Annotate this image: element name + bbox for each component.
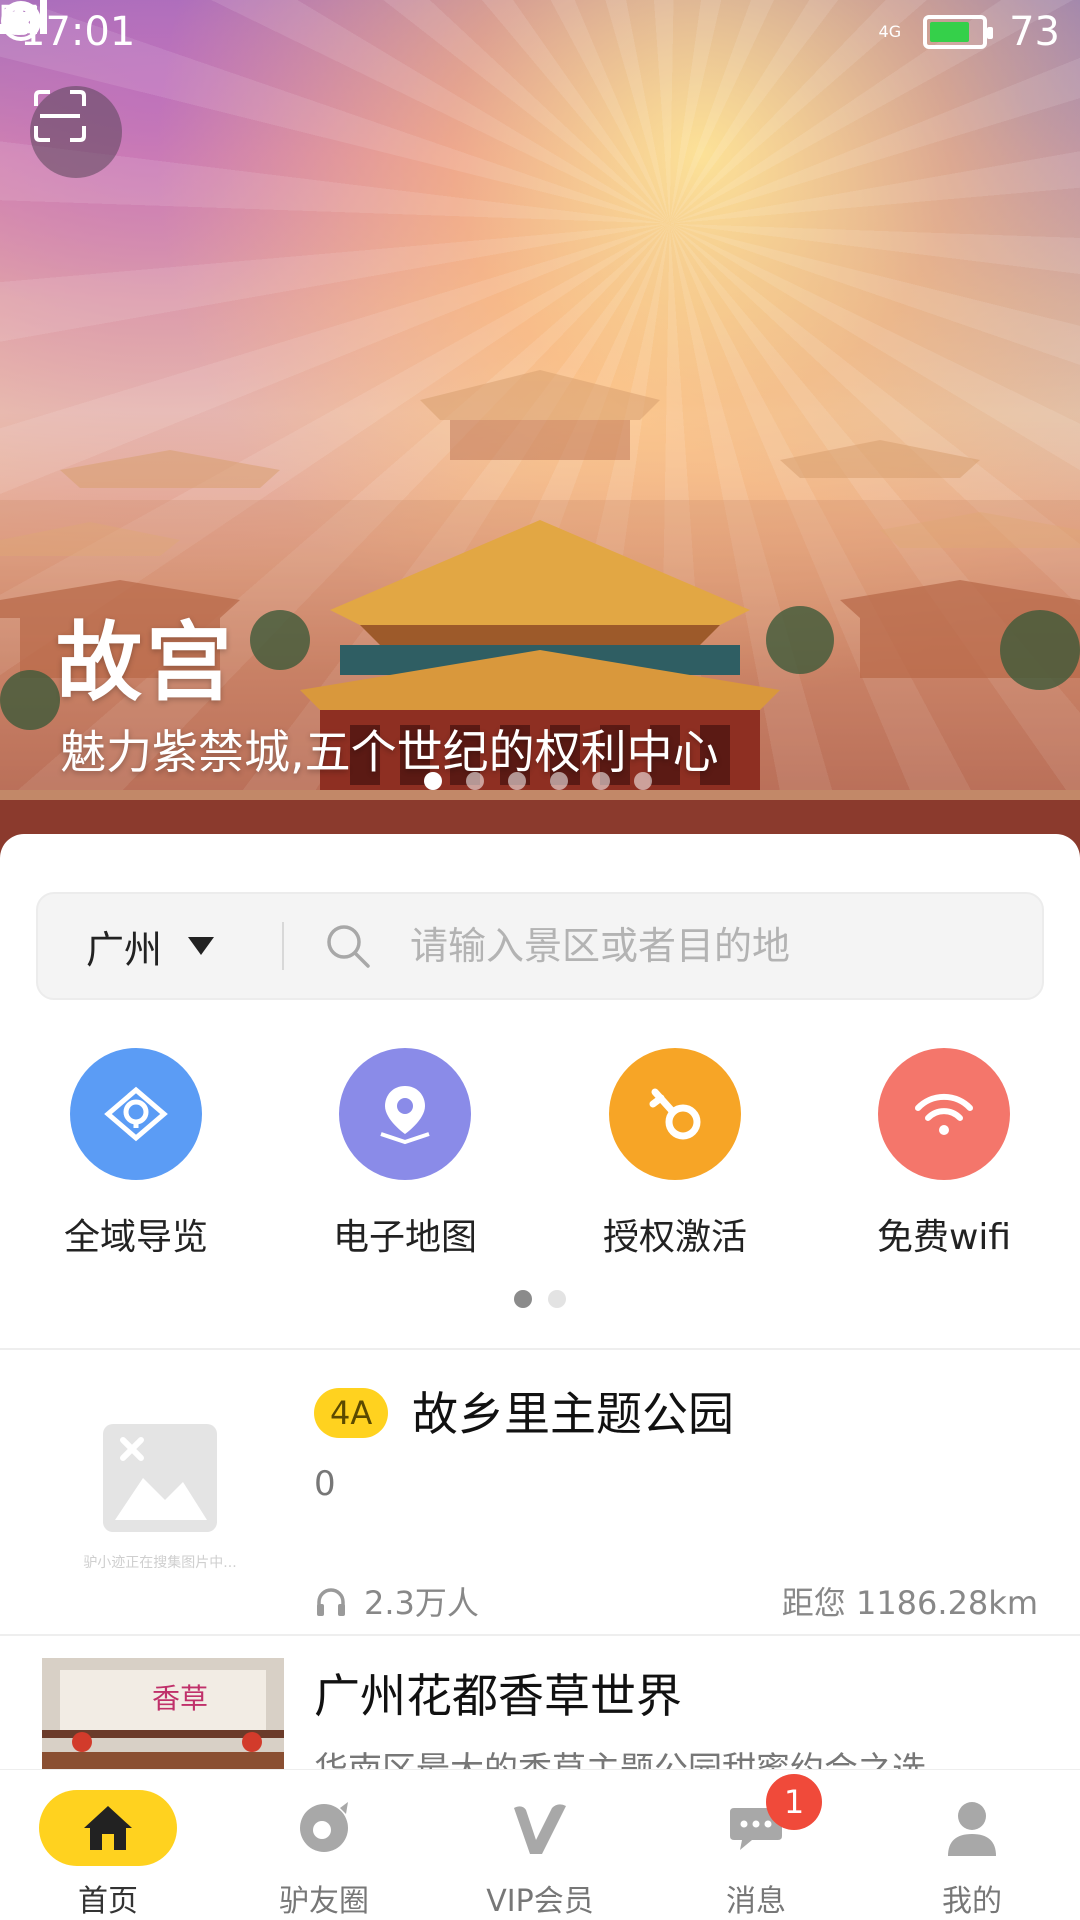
feature-icon-circle <box>339 1048 471 1180</box>
feature-free-wifi[interactable]: 免费wifi <box>844 1048 1044 1260</box>
feature-icon-circle <box>609 1048 741 1180</box>
feature-electronic-map[interactable]: 电子地图 <box>305 1048 505 1260</box>
feature-page-dot[interactable] <box>514 1290 532 1308</box>
feature-label: 全域导览 <box>63 1217 208 1258</box>
nav-profile[interactable]: 我的 <box>864 1770 1080 1920</box>
distance-text: 距您 1186.28km <box>781 1584 1038 1622</box>
nav-icon-wrap <box>39 1790 177 1866</box>
nav-icon-wrap <box>255 1790 393 1866</box>
battery-icon <box>923 15 994 49</box>
home-icon <box>84 1806 132 1850</box>
scan-button[interactable] <box>30 86 122 178</box>
feature-global-guide[interactable]: 全域导览 <box>36 1048 236 1260</box>
app-screen: 17:01 4G 73 故宫 魅力紫禁城,五个世纪的权利中心 广州 请输入景区或… <box>0 0 1080 1920</box>
content-sheet: 广州 全域导览 <box>0 834 1080 1920</box>
profile-icon <box>948 1802 996 1856</box>
unread-badge: 1 <box>766 1774 822 1830</box>
network-type-label: 4G <box>878 22 902 41</box>
guide-icon <box>104 1086 168 1142</box>
carousel-dot[interactable] <box>466 772 484 790</box>
circle-icon <box>300 1802 348 1852</box>
image-placeholder-caption: 驴小迹正在搜集图片中... <box>83 1555 237 1571</box>
nav-label: 驴友圈 <box>279 1884 369 1919</box>
feature-label: 授权激活 <box>602 1217 747 1258</box>
image-placeholder: 驴小迹正在搜集图片中... <box>60 1404 260 1584</box>
carousel-indicator <box>424 772 652 790</box>
feature-icon-circle <box>70 1048 202 1180</box>
search-icon <box>327 925 370 968</box>
battery-level <box>930 22 970 42</box>
search-divider <box>282 922 284 970</box>
nav-label: 我的 <box>942 1884 1002 1919</box>
headphones-icon <box>317 1588 345 1616</box>
hero-banner[interactable]: 17:01 4G 73 故宫 魅力紫禁城,五个世纪的权利中心 <box>0 0 1080 860</box>
nav-label: VIP会员 <box>486 1884 594 1919</box>
search-bar: 广州 <box>36 892 1044 1000</box>
feature-page-dot[interactable] <box>548 1290 566 1308</box>
svg-text:香草: 香草 <box>152 1682 208 1715</box>
status-bar: 17:01 4G 73 <box>0 0 1080 64</box>
item-title: 广州花都香草世界 <box>314 1669 682 1723</box>
feature-authorize-activate[interactable]: 授权激活 <box>575 1048 775 1260</box>
city-name: 广州 <box>86 927 163 972</box>
key-icon <box>649 1088 701 1140</box>
nav-label: 首页 <box>78 1884 138 1919</box>
nav-icon-wrap <box>471 1790 609 1866</box>
nav-label: 消息 <box>726 1884 786 1919</box>
battery-percent: 73 <box>1009 9 1060 55</box>
feature-label: 免费wifi <box>876 1217 1012 1258</box>
nav-icon-wrap <box>903 1790 1041 1866</box>
caret-down-icon <box>188 937 215 955</box>
feature-icon-circle <box>878 1048 1010 1180</box>
feature-page-indicator <box>514 1290 566 1308</box>
hero-title[interactable]: 故宫 <box>56 592 236 717</box>
carousel-dot[interactable] <box>424 772 442 790</box>
rating-badge: 4A <box>314 1388 389 1438</box>
search-input[interactable] <box>408 923 972 969</box>
list-item[interactable]: 驴小迹正在搜集图片中... 4A 故乡里主题公园 0 2.3万人 距您 1186… <box>0 1350 1080 1622</box>
listener-count: 2.3万人 <box>314 1578 479 1624</box>
scan-icon <box>34 90 86 142</box>
city-selector[interactable]: 广州 <box>38 919 266 974</box>
feature-label: 电子地图 <box>332 1217 477 1258</box>
feature-grid: 全域导览 电子地图 授权激活 免费wifi <box>0 1048 1080 1258</box>
image-placeholder-icon <box>103 1424 217 1532</box>
item-photo: 香草 <box>42 1658 284 1776</box>
item-title: 故乡里主题公园 <box>412 1387 734 1441</box>
carousel-dot[interactable] <box>634 772 652 790</box>
nav-home[interactable]: 首页 <box>0 1770 216 1920</box>
wifi-icon <box>915 1093 973 1135</box>
nav-messages[interactable]: 1 消息 <box>648 1770 864 1920</box>
park-sign-image: 香草 <box>42 1658 284 1776</box>
vip-icon <box>514 1804 566 1854</box>
map-pin-icon <box>380 1086 430 1145</box>
list-item[interactable]: 香草 广州花都香草世界 华南区最大的香草主题公园甜蜜约会之选—— <box>0 1636 1080 1776</box>
carousel-dot[interactable] <box>508 772 526 790</box>
item-description: 0 <box>314 1464 336 1504</box>
chevron-right-circle-icon[interactable] <box>0 0 42 42</box>
bottom-navigation: 首页 驴友圈 VIP会员 1 消息 我的 <box>0 1769 1080 1920</box>
nav-vip[interactable]: VIP会员 <box>432 1770 648 1920</box>
carousel-dot[interactable] <box>550 772 568 790</box>
carousel-dot[interactable] <box>592 772 610 790</box>
nav-friends-circle[interactable]: 驴友圈 <box>216 1770 432 1920</box>
listener-count-text: 2.3万人 <box>364 1584 479 1622</box>
